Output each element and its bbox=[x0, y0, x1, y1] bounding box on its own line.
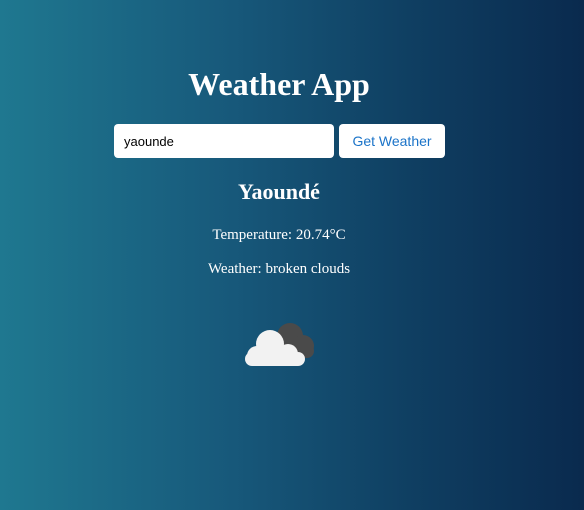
weather-line: Weather: broken clouds bbox=[0, 259, 558, 279]
temperature-value: 20.74°C bbox=[295, 227, 346, 243]
weather-label: Weather: bbox=[207, 261, 262, 277]
city-input[interactable] bbox=[114, 124, 334, 158]
weather-description: broken clouds bbox=[265, 261, 351, 277]
broken-clouds-icon bbox=[240, 318, 320, 374]
get-weather-button[interactable]: Get Weather bbox=[339, 124, 445, 158]
temperature-line: Temperature: 20.74°C bbox=[0, 225, 558, 245]
temperature-label: Temperature: bbox=[212, 227, 293, 243]
search-bar: Get Weather bbox=[114, 124, 445, 158]
weather-app: Weather App Get Weather Yaoundé Temperat… bbox=[0, 0, 584, 510]
city-name: Yaoundé bbox=[238, 179, 320, 204]
app-title: Weather App bbox=[188, 66, 370, 102]
